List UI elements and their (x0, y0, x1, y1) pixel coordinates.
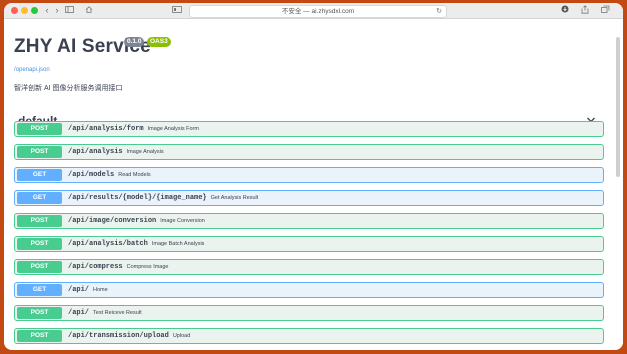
back-icon[interactable]: ‹ (42, 5, 52, 16)
operation-summary: Home (93, 287, 108, 293)
method-badge: POST (17, 307, 62, 319)
url-text: 不安全 — ai.zhysdxl.com (281, 8, 355, 15)
operation-row[interactable]: POST/api/analysis/batch Image Batch Analy… (14, 236, 604, 252)
api-description: 智洋创新 AI 图像分析服务调用接口 (14, 85, 123, 92)
operation-path: /api/compress (68, 263, 123, 271)
operation-row[interactable]: POST/api/analysis/form Image Analysis For… (14, 121, 604, 137)
operation-path: /api/transmission/upload (68, 332, 169, 340)
method-badge: GET (17, 169, 62, 181)
operation-path: /api/image/conversion (68, 217, 157, 225)
operation-path: /api/ (68, 286, 90, 294)
page-scrollbar[interactable] (616, 37, 620, 177)
operation-summary: Image Analysis (126, 149, 164, 155)
forward-icon[interactable]: › (52, 5, 62, 16)
method-badge: POST (17, 123, 62, 135)
operation-path: /api/results/{model}/{image_name} (68, 194, 207, 202)
reload-icon[interactable]: ↻ (436, 6, 442, 17)
operation-summary: Compress Image (126, 264, 169, 270)
sidebar-icon[interactable] (64, 5, 74, 16)
browser-window: ‹ › 不安全 — ai.zhysdxl.com ↻ ZHY AI Servic… (4, 3, 623, 350)
home-icon[interactable] (84, 5, 94, 16)
version-badge: 0.1.0 (124, 37, 145, 47)
operation-path: /api/analysis (68, 148, 123, 156)
operation-summary: Get Analysis Result (210, 195, 259, 201)
api-title-row: ZHY AI Service 0.1.0 OAS3 (14, 36, 171, 60)
operation-summary: Upload (172, 333, 191, 339)
operation-path-wrap: /api/Home (68, 286, 108, 294)
method-badge: POST (17, 215, 62, 227)
operation-summary: Image Conversion (160, 218, 205, 224)
reader-icon[interactable] (171, 5, 183, 16)
share-icon[interactable] (580, 5, 590, 16)
openapi-link[interactable]: /openapi.json (14, 67, 50, 73)
operation-path-wrap: /api/compress Compress Image (68, 263, 169, 271)
operation-summary: Test Reiceve Result (93, 310, 142, 316)
operation-path-wrap: /api/analysis/batch Image Batch Analysis (68, 240, 204, 248)
operation-path: /api/models (68, 171, 115, 179)
operation-row[interactable]: POST/api/image/conversion Image Conversio… (14, 213, 604, 229)
address-bar[interactable]: 不安全 — ai.zhysdxl.com ↻ (189, 5, 447, 18)
minimize-window-button[interactable] (21, 7, 28, 14)
method-badge: POST (17, 330, 62, 342)
zoom-window-button[interactable] (31, 7, 38, 14)
operation-row[interactable]: POST/api/analysis Image Analysis (14, 144, 604, 160)
operation-path: /api/analysis/batch (68, 240, 148, 248)
method-badge: GET (17, 192, 62, 204)
operation-path-wrap: /api/Test Reiceve Result (68, 309, 142, 317)
download-icon[interactable] (560, 5, 570, 16)
operation-row[interactable]: POST/api/compress Compress Image (14, 259, 604, 275)
operation-row[interactable]: GET/api/models Read Models (14, 167, 604, 183)
operation-summary: Image Analysis Form (147, 126, 199, 132)
operation-summary: Image Batch Analysis (151, 241, 205, 247)
method-badge: GET (17, 284, 62, 296)
operation-path-wrap: /api/results/{model}/{image_name} Get Ana… (68, 194, 258, 202)
method-badge: POST (17, 261, 62, 273)
browser-toolbar: ‹ › 不安全 — ai.zhysdxl.com ↻ (4, 3, 623, 19)
operation-path-wrap: /api/analysis/form Image Analysis Form (68, 125, 199, 133)
tabs-icon[interactable] (600, 5, 610, 16)
operation-row[interactable]: GET/api/results/{model}/{image_name} Get … (14, 190, 604, 206)
operation-path-wrap: /api/analysis Image Analysis (68, 148, 164, 156)
method-badge: POST (17, 146, 62, 158)
operation-row[interactable]: GET/api/Home (14, 282, 604, 298)
operation-path: /api/ (68, 309, 90, 317)
operation-path-wrap: /api/image/conversion Image Conversion (68, 217, 205, 225)
operation-summary: Read Models (118, 172, 151, 178)
oas-badge: OAS3 (147, 37, 171, 47)
operation-path: /api/analysis/form (68, 125, 144, 133)
operation-row[interactable]: POST/api/transmission/upload Upload (14, 328, 604, 344)
swagger-page: ZHY AI Service 0.1.0 OAS3 /openapi.json … (4, 19, 623, 350)
operation-path-wrap: /api/transmission/upload Upload (68, 332, 190, 340)
operation-row[interactable]: POST/api/Test Reiceve Result (14, 305, 604, 321)
close-window-button[interactable] (11, 7, 18, 14)
method-badge: POST (17, 238, 62, 250)
operation-path-wrap: /api/models Read Models (68, 171, 151, 179)
